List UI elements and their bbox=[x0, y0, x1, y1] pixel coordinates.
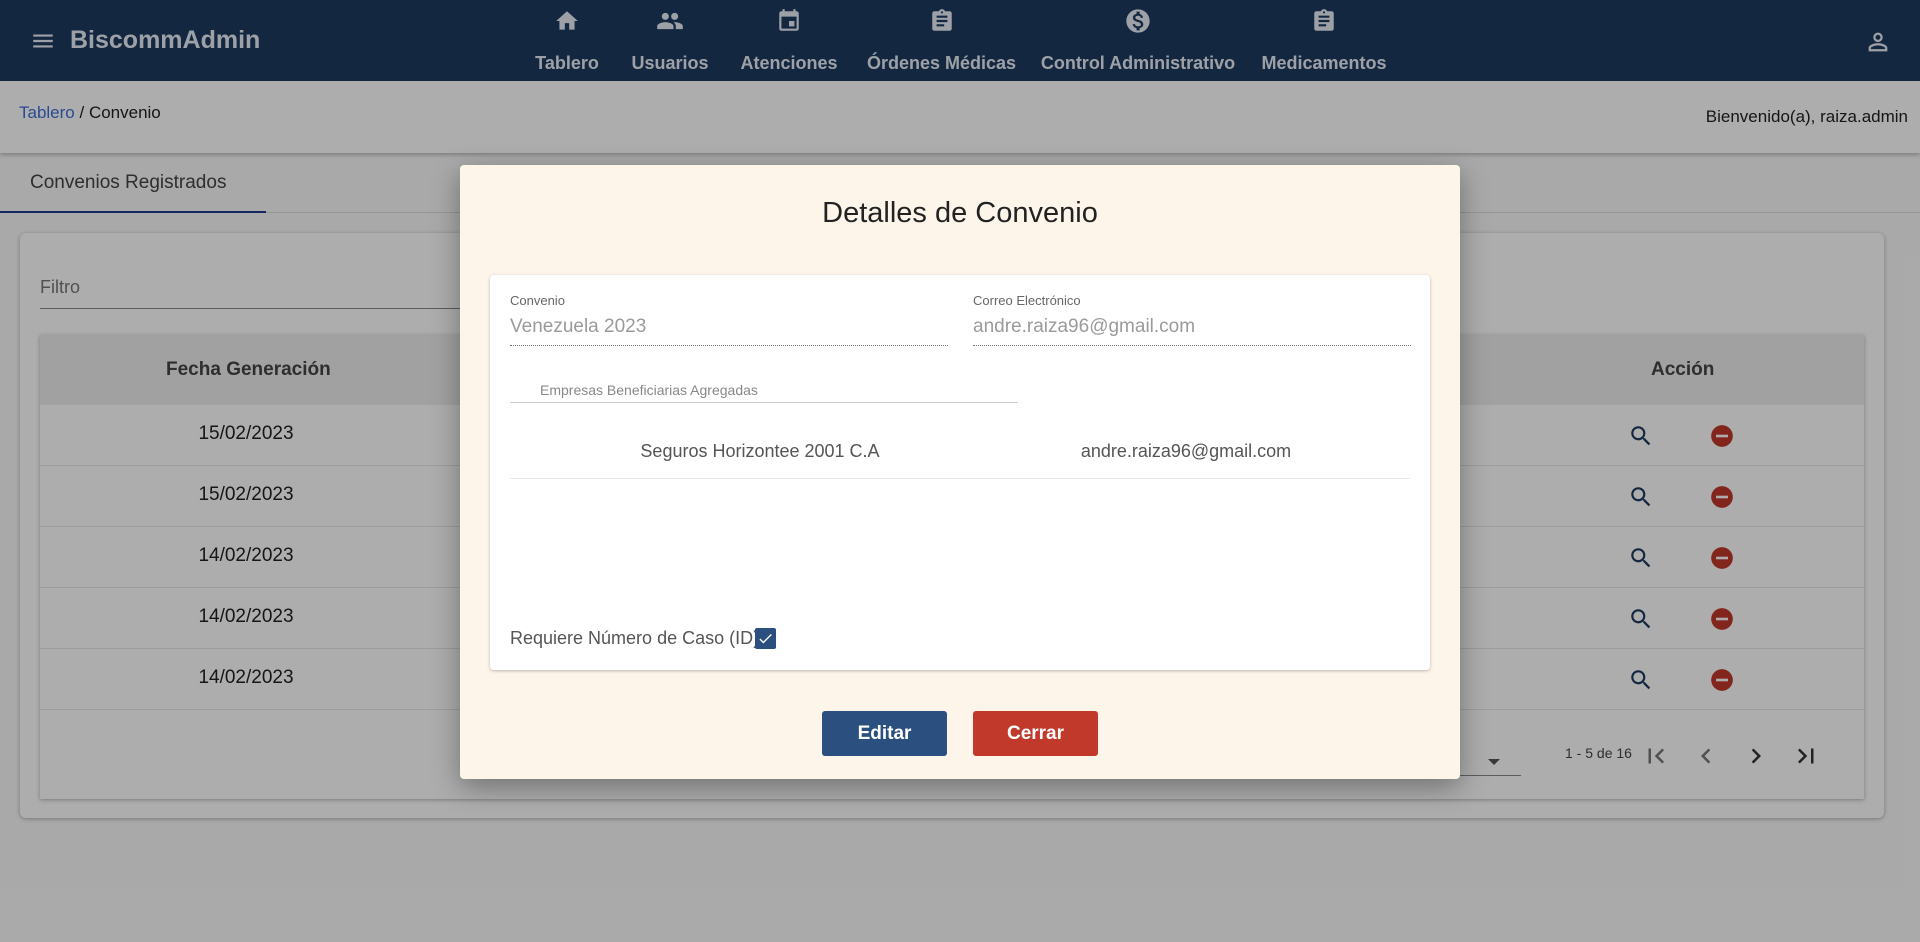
close-button[interactable]: Cerrar bbox=[973, 711, 1098, 756]
email-field-label: Correo Electrónico bbox=[973, 293, 1081, 308]
check-icon bbox=[759, 633, 772, 644]
convenio-details-dialog: Detalles de Convenio Convenio Venezuela … bbox=[460, 165, 1460, 779]
requires-case-checkbox[interactable] bbox=[755, 628, 776, 649]
email-field: Correo Electrónico andre.raiza96@gmail.c… bbox=[973, 293, 1411, 346]
convenio-field: Convenio Venezuela 2023 bbox=[510, 293, 948, 346]
dialog-title: Detalles de Convenio bbox=[822, 197, 1098, 229]
list-item: Seguros Horizontee 2001 C.A andre.raiza9… bbox=[510, 425, 1410, 479]
requires-case-label: Requiere Número de Caso (ID): bbox=[510, 628, 765, 648]
companies-section-label: Empresas Beneficiarias Agregadas bbox=[510, 377, 1018, 403]
convenio-field-label: Convenio bbox=[510, 293, 565, 308]
edit-button[interactable]: Editar bbox=[822, 711, 947, 756]
convenio-field-value: Venezuela 2023 bbox=[510, 316, 948, 346]
dialog-content: Convenio Venezuela 2023 Correo Electróni… bbox=[490, 275, 1430, 670]
email-field-value: andre.raiza96@gmail.com bbox=[973, 316, 1411, 346]
company-email: andre.raiza96@gmail.com bbox=[1080, 441, 1292, 461]
company-name: Seguros Horizontee 2001 C.A bbox=[640, 441, 880, 461]
